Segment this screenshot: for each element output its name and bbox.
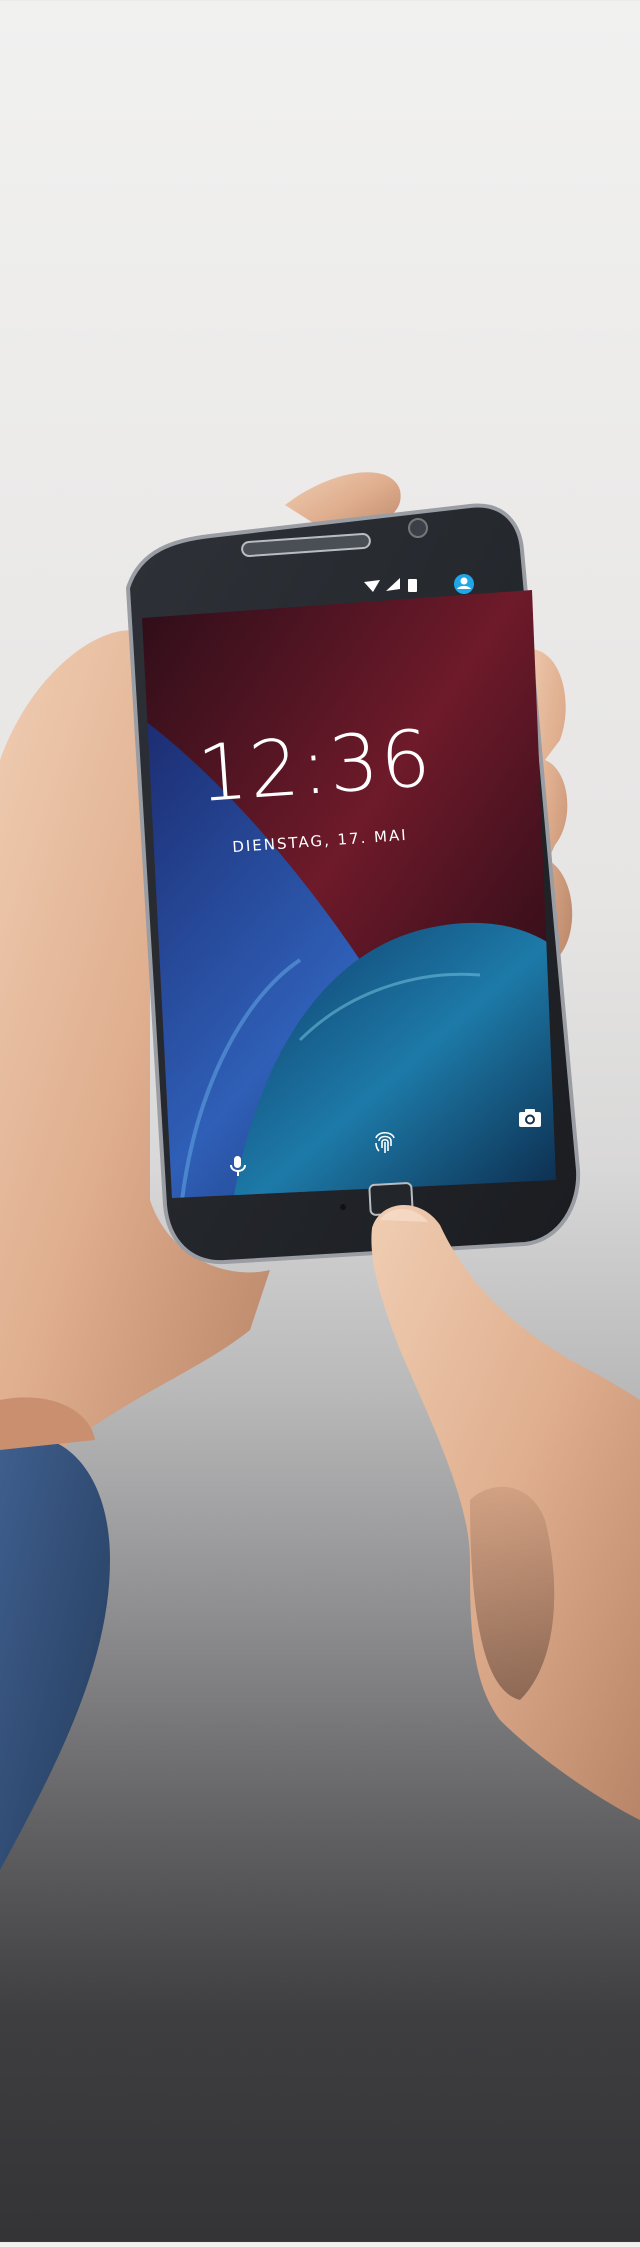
account-icon[interactable] xyxy=(454,574,474,594)
fingerprint-icon xyxy=(370,1126,400,1156)
photo-scene xyxy=(0,0,640,2242)
signal-icon xyxy=(386,578,400,591)
battery-icon xyxy=(408,579,417,592)
status-bar xyxy=(362,574,482,598)
camera-icon[interactable] xyxy=(518,1108,542,1128)
microphone-icon[interactable] xyxy=(228,1154,248,1178)
wifi-icon xyxy=(364,580,380,592)
